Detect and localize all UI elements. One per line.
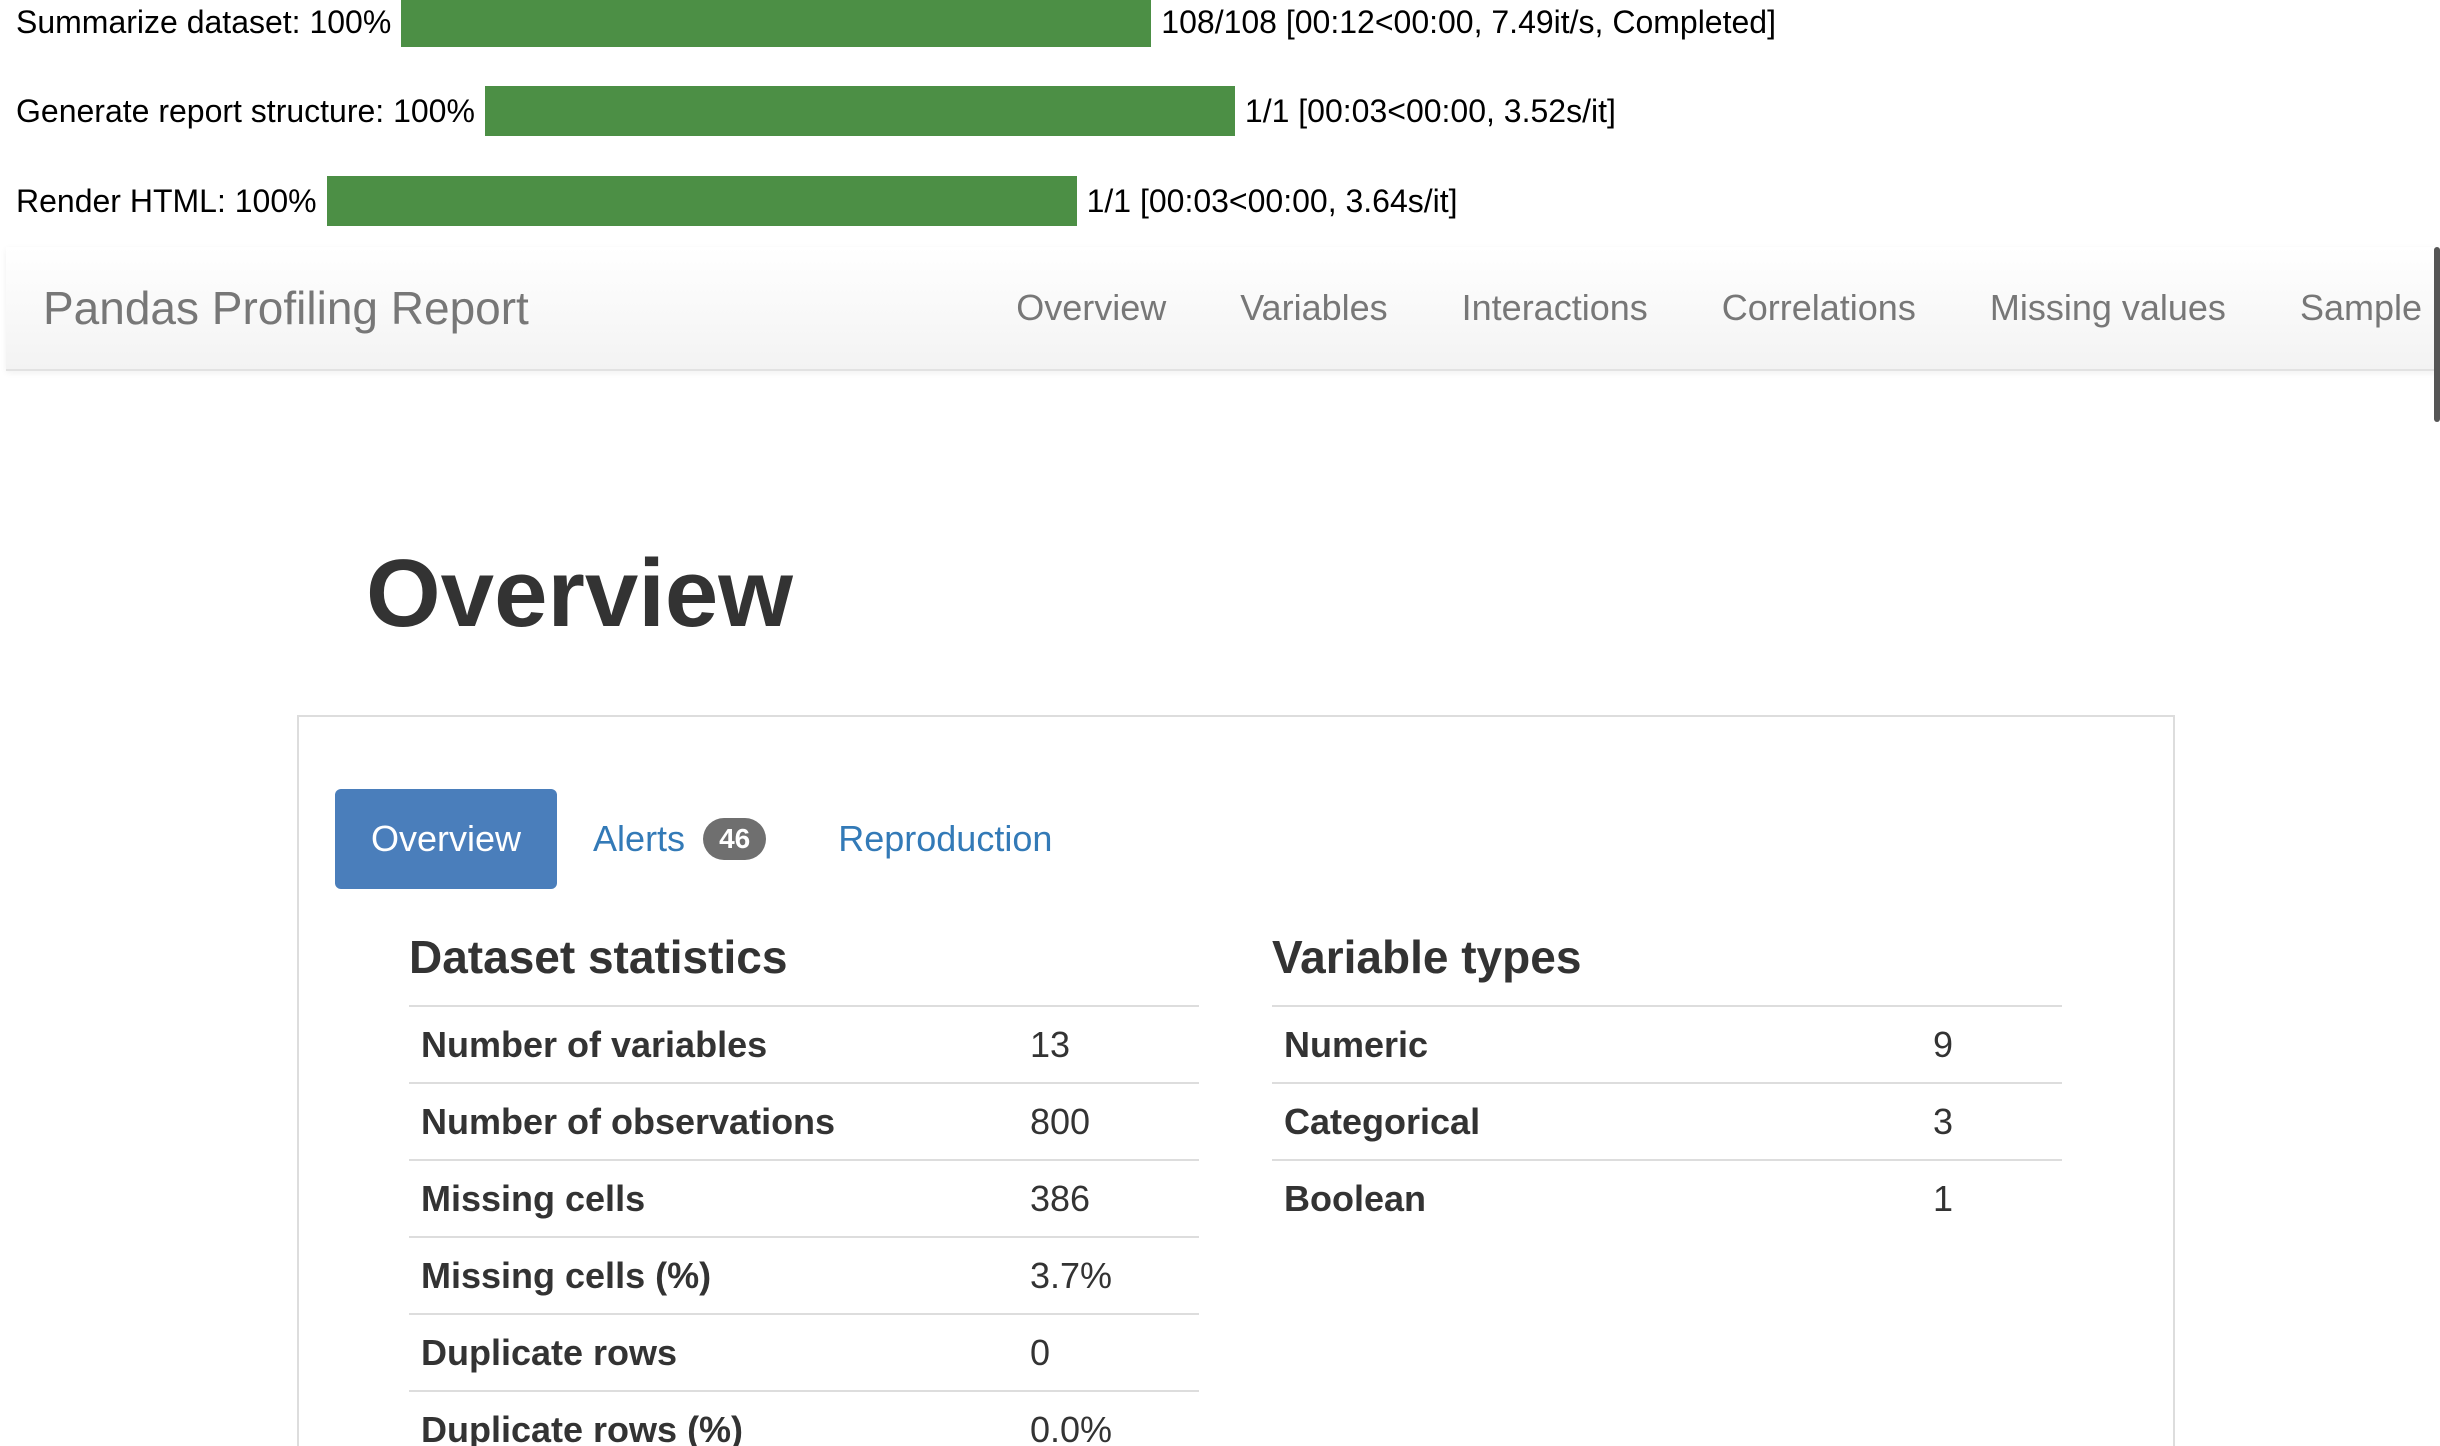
type-count: 9	[1921, 1005, 2062, 1083]
table-row: Missing cells (%) 3.7%	[409, 1236, 1199, 1314]
progress-stats: 1/1 [00:03<00:00, 3.64s/it]	[1086, 182, 1458, 219]
progress-label: Generate report structure: 100%	[16, 92, 475, 129]
scrollbar-thumb[interactable]	[2434, 247, 2440, 422]
progress-render-html: Render HTML: 100% 1/1 [00:03<00:00, 3.64…	[16, 176, 1458, 226]
tab-label: Reproduction	[838, 818, 1053, 859]
stat-value: 0.0%	[1018, 1390, 1199, 1446]
progress-stats: 108/108 [00:12<00:00, 7.49it/s, Complete…	[1161, 3, 1776, 40]
variable-types-heading: Variable types	[1272, 931, 1582, 983]
tab-overview[interactable]: Overview	[335, 789, 558, 889]
progress-bar	[401, 0, 1152, 47]
nav-link-missing-values[interactable]: Missing values	[1953, 287, 2263, 329]
type-count: 3	[1921, 1082, 2062, 1160]
stat-label: Missing cells (%)	[409, 1236, 1018, 1314]
type-label: Categorical	[1272, 1082, 1921, 1160]
report-navbar: Pandas Profiling Report Overview Variabl…	[6, 247, 2440, 371]
dataset-statistics-heading: Dataset statistics	[409, 931, 788, 983]
stat-label: Duplicate rows (%)	[409, 1390, 1018, 1446]
notebook-output: Summarize dataset: 100% 108/108 [00:12<0…	[0, 0, 2440, 1446]
progress-bar	[484, 86, 1235, 136]
stat-value: 0	[1018, 1313, 1199, 1391]
table-row: Duplicate rows (%) 0.0%	[409, 1390, 1199, 1446]
stat-value: 386	[1018, 1159, 1199, 1237]
dataset-statistics-section: Dataset statistics Number of variables 1…	[409, 927, 1199, 1446]
overview-tabs: Overview Alerts 46 Reproduction	[335, 789, 1088, 889]
progress-label: Summarize dataset: 100%	[16, 3, 392, 40]
table-row: Categorical 3	[1272, 1082, 2062, 1160]
nav-link-correlations[interactable]: Correlations	[1685, 287, 1953, 329]
stat-label: Number of variables	[409, 1005, 1018, 1083]
type-label: Numeric	[1272, 1005, 1921, 1083]
variable-types-table: Numeric 9 Categorical 3 Boolean 1	[1272, 1005, 2062, 1236]
stat-value: 800	[1018, 1082, 1199, 1160]
progress-generate-report-structure: Generate report structure: 100% 1/1 [00:…	[16, 86, 1616, 136]
type-label: Boolean	[1272, 1159, 1921, 1236]
stat-label: Number of observations	[409, 1082, 1018, 1160]
progress-label: Render HTML: 100%	[16, 182, 317, 219]
progress-bar-fill	[401, 0, 1152, 47]
stat-value: 3.7%	[1018, 1236, 1199, 1314]
navbar-brand[interactable]: Pandas Profiling Report	[43, 247, 529, 369]
overview-panel: Overview Alerts 46 Reproduction Dataset s…	[297, 715, 2175, 1446]
stat-label: Missing cells	[409, 1159, 1018, 1237]
progress-bar-fill	[484, 86, 1235, 136]
variable-types-section: Variable types Numeric 9 Categorical 3 B…	[1272, 927, 2062, 1236]
table-row: Duplicate rows 0	[409, 1313, 1199, 1391]
table-row: Number of observations 800	[409, 1082, 1199, 1160]
nav-link-interactions[interactable]: Interactions	[1425, 287, 1685, 329]
table-row: Number of variables 13	[409, 1005, 1199, 1083]
table-row: Boolean 1	[1272, 1159, 2062, 1236]
progress-bar	[326, 176, 1077, 226]
navbar-links: Overview Variables Interactions Correlat…	[979, 247, 2440, 369]
progress-bar-fill	[326, 176, 1077, 226]
table-row: Missing cells 386	[409, 1159, 1199, 1237]
alerts-count-badge: 46	[703, 818, 767, 861]
type-count: 1	[1921, 1159, 2062, 1236]
progress-stats: 1/1 [00:03<00:00, 3.52s/it]	[1244, 92, 1616, 129]
nav-link-overview[interactable]: Overview	[979, 287, 1203, 329]
page-title: Overview	[366, 540, 793, 647]
tab-label: Alerts	[593, 818, 686, 859]
stat-value: 13	[1018, 1005, 1199, 1083]
tab-alerts[interactable]: Alerts 46	[557, 789, 802, 889]
table-row: Numeric 9	[1272, 1005, 2062, 1083]
dataset-statistics-table: Number of variables 13 Number of observa…	[409, 1005, 1199, 1446]
progress-summarize-dataset: Summarize dataset: 100% 108/108 [00:12<0…	[16, 0, 1776, 47]
nav-link-variables[interactable]: Variables	[1203, 287, 1424, 329]
stat-label: Duplicate rows	[409, 1313, 1018, 1391]
tab-label: Overview	[371, 818, 522, 859]
nav-link-sample[interactable]: Sample	[2263, 287, 2440, 329]
tab-reproduction[interactable]: Reproduction	[802, 789, 1088, 889]
